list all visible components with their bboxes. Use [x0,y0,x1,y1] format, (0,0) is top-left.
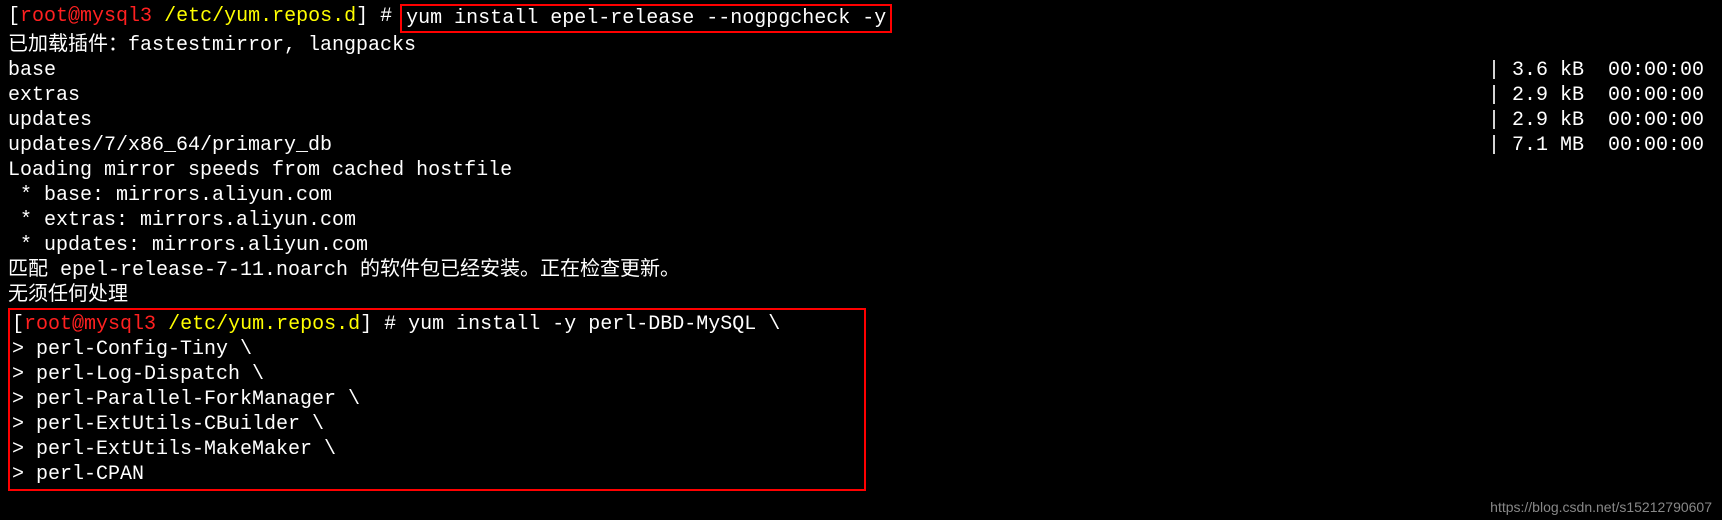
command-text-1: yum install epel-release --nogpgcheck -y [406,7,886,30]
prompt-path-2: /etc/yum.repos.d [168,312,360,337]
mirror-line: * updates: mirrors.aliyun.com [8,233,1714,258]
prompt-at-2: @ [72,312,84,337]
repo-size-time: | 7.1 MB 00:00:00 [1488,133,1714,158]
prompt-line-2: [root@mysql3 /etc/yum.repos.d] # yum ins… [12,312,858,337]
bracket-close: ] [356,4,368,33]
repo-name: updates [8,108,1488,133]
highlighted-command-1: yum install epel-release --nogpgcheck -y [400,4,892,33]
continuation-line: > perl-Log-Dispatch \ [12,362,858,387]
prompt-user: root [20,4,68,33]
output-nothing: 无须任何处理 [8,283,1714,308]
mirror-line: * extras: mirrors.aliyun.com [8,208,1714,233]
output-plugins: 已加载插件：fastestmirror, langpacks [8,33,1714,58]
continuation-line: > perl-Parallel-ForkManager \ [12,387,858,412]
repo-size-time: | 2.9 kB 00:00:00 [1488,83,1714,108]
repo-size-time: | 3.6 kB 00:00:00 [1488,58,1714,83]
prompt-path: /etc/yum.repos.d [164,4,356,33]
prompt-hash: # [380,4,392,33]
continuation-line: > perl-ExtUtils-CBuilder \ [12,412,858,437]
prompt-line-1: [root@mysql3 /etc/yum.repos.d] # yum ins… [8,4,1714,33]
bracket-open-2: [ [12,312,24,337]
repo-line: updates| 2.9 kB 00:00:00 [8,108,1714,133]
prompt-host: mysql3 [80,4,152,33]
repo-line: updates/7/x86_64/primary_db| 7.1 MB 00:0… [8,133,1714,158]
repo-name: updates/7/x86_64/primary_db [8,133,1488,158]
highlighted-command-block-2: [root@mysql3 /etc/yum.repos.d] # yum ins… [8,308,866,491]
mirror-line: * base: mirrors.aliyun.com [8,183,1714,208]
repo-line: extras| 2.9 kB 00:00:00 [8,83,1714,108]
repo-name: base [8,58,1488,83]
command-text-2: yum install -y perl-DBD-MySQL \ [408,312,780,337]
continuation-line: > perl-Config-Tiny \ [12,337,858,362]
bracket-close-2: ] [360,312,372,337]
prompt-hash-2: # [384,312,396,337]
output-loading: Loading mirror speeds from cached hostfi… [8,158,1714,183]
prompt-at: @ [68,4,80,33]
repo-line: base| 3.6 kB 00:00:00 [8,58,1714,83]
output-match: 匹配 epel-release-7-11.noarch 的软件包已经安装。正在检… [8,258,1714,283]
continuation-line: > perl-ExtUtils-MakeMaker \ [12,437,858,462]
prompt-host-2: mysql3 [84,312,156,337]
continuation-line: > perl-CPAN [12,462,858,487]
watermark: https://blog.csdn.net/s15212790607 [1490,499,1712,517]
prompt-user-2: root [24,312,72,337]
bracket-open: [ [8,4,20,33]
repo-size-time: | 2.9 kB 00:00:00 [1488,108,1714,133]
repo-name: extras [8,83,1488,108]
